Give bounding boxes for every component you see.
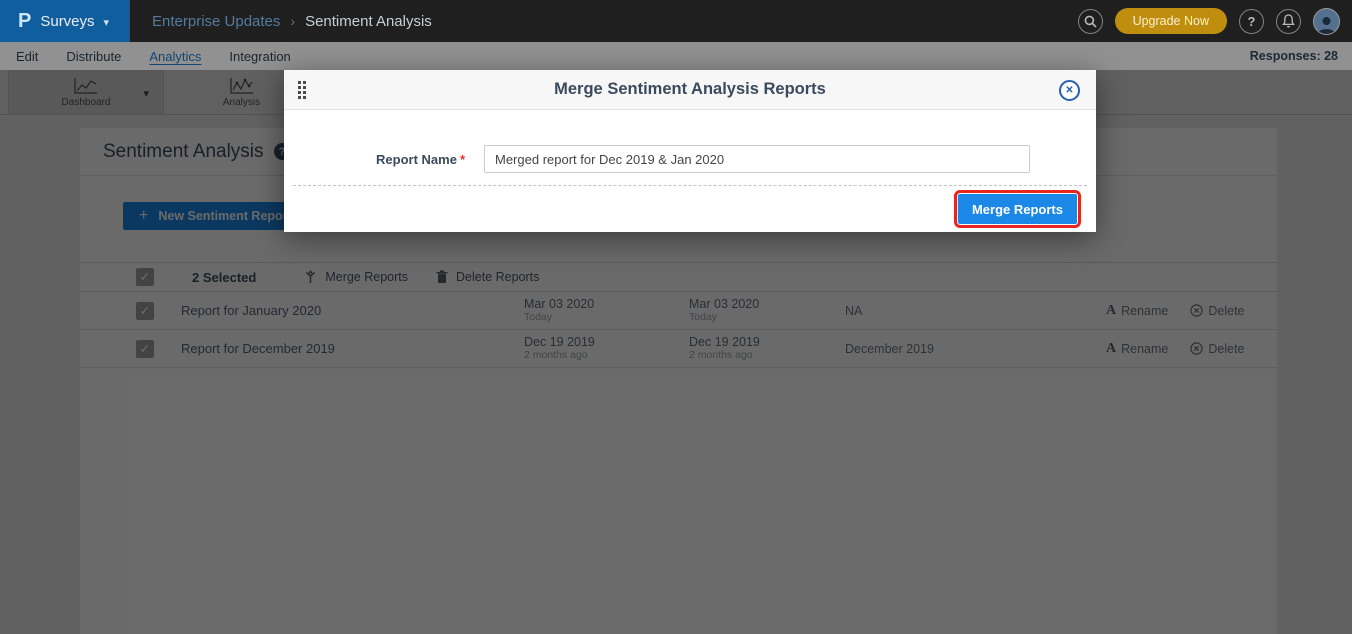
questionpro-logo-icon: P — [18, 11, 31, 31]
breadcrumb: Enterprise Updates › Sentiment Analysis — [152, 13, 432, 30]
required-marker: * — [460, 152, 465, 167]
breadcrumb-separator-icon: › — [290, 13, 295, 29]
question-icon: ? — [1248, 14, 1256, 29]
report-name-row: Report Name* — [284, 145, 1096, 173]
close-icon: ✕ — [1065, 85, 1073, 96]
notifications-button[interactable] — [1276, 9, 1301, 34]
app-window: P Surveys ▾ Enterprise Updates › Sentime… — [0, 0, 1352, 634]
modal-body: Report Name* — [284, 110, 1096, 185]
breadcrumb-parent[interactable]: Enterprise Updates — [152, 13, 280, 30]
chevron-down-icon: ▾ — [104, 16, 110, 29]
merge-reports-modal: Merge Sentiment Analysis Reports ✕ Repor… — [284, 70, 1096, 232]
help-button[interactable]: ? — [1239, 9, 1264, 34]
upgrade-now-button[interactable]: Upgrade Now — [1115, 8, 1227, 34]
search-icon — [1084, 15, 1097, 28]
report-name-label: Report Name* — [284, 152, 465, 167]
bell-icon — [1282, 14, 1295, 28]
search-button[interactable] — [1078, 9, 1103, 34]
drag-handle-icon[interactable] — [298, 81, 307, 100]
breadcrumb-current: Sentiment Analysis — [305, 13, 432, 30]
modal-close-button[interactable]: ✕ — [1059, 80, 1080, 101]
modal-title: Merge Sentiment Analysis Reports — [554, 80, 826, 99]
modal-header: Merge Sentiment Analysis Reports ✕ — [284, 70, 1096, 110]
merge-reports-submit-button[interactable]: Merge Reports — [958, 194, 1077, 224]
header-actions: Upgrade Now ? — [1078, 8, 1352, 35]
surveys-product-menu[interactable]: P Surveys ▾ — [0, 0, 130, 42]
modal-footer: Merge Reports — [293, 185, 1087, 231]
user-avatar[interactable] — [1313, 8, 1340, 35]
report-name-input[interactable] — [484, 145, 1030, 173]
person-icon — [1316, 14, 1337, 34]
top-header: P Surveys ▾ Enterprise Updates › Sentime… — [0, 0, 1352, 42]
product-label: Surveys — [40, 13, 94, 30]
